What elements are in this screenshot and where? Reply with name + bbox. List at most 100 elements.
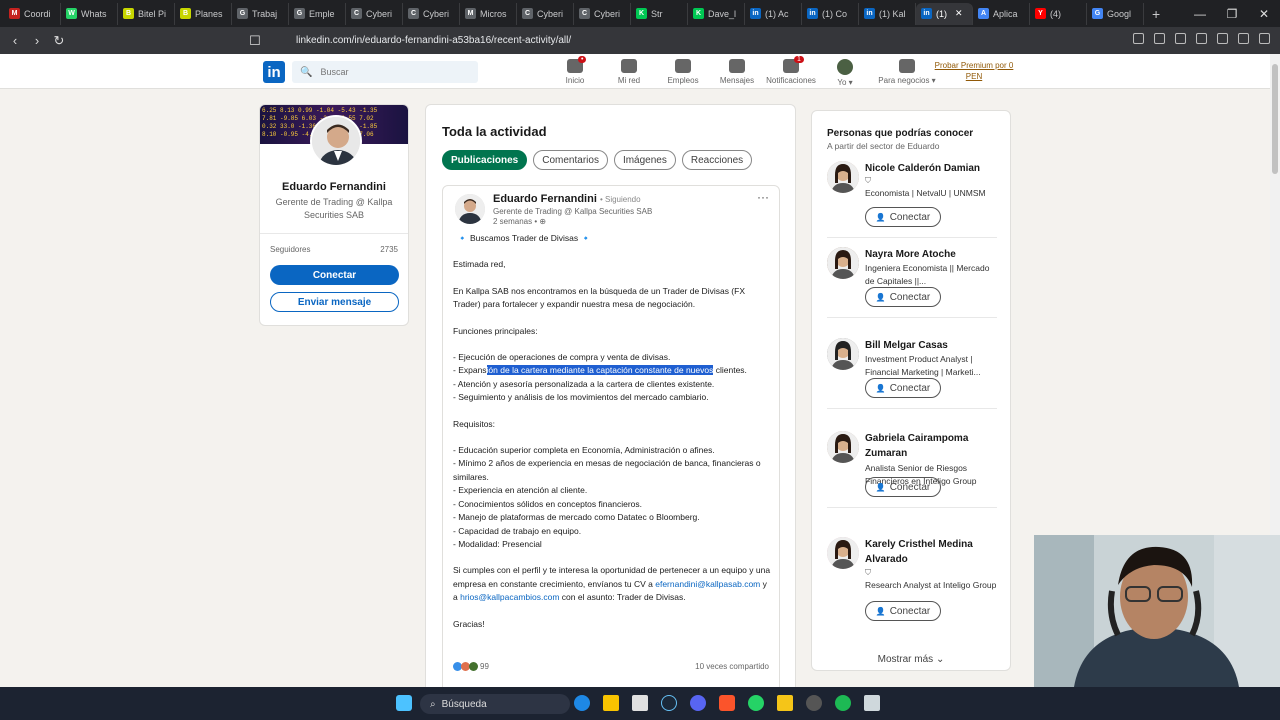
extension-icon[interactable]	[1175, 33, 1186, 44]
reactions[interactable]: 99	[453, 662, 489, 671]
post-menu-icon[interactable]: ···	[757, 190, 769, 204]
filter-pill[interactable]: Reacciones	[681, 150, 753, 170]
browser-tab[interactable]: in (1) Kal	[859, 2, 916, 25]
author-avatar[interactable]	[455, 194, 485, 224]
browser-tab[interactable]: C Cyberi	[403, 2, 460, 25]
connect-person-button[interactable]: 👤 Conectar	[865, 601, 941, 621]
nav-item-label: Mensajes	[719, 76, 755, 85]
browser-tab[interactable]: M Micros	[460, 2, 517, 25]
connect-button[interactable]: Conectar	[270, 265, 399, 285]
back-icon[interactable]: ‹	[4, 33, 26, 48]
browser-tab[interactable]: K Dave_l	[688, 2, 745, 25]
store-icon[interactable]	[632, 695, 648, 711]
filter-pill[interactable]: Publicaciones	[442, 150, 528, 170]
linkedin-logo[interactable]: in	[263, 61, 285, 83]
post-author[interactable]: Eduardo Fernandini • Siguiendo	[493, 193, 641, 205]
avatar[interactable]	[827, 338, 859, 370]
windows-start-icon[interactable]	[396, 695, 412, 711]
edge-icon[interactable]	[574, 695, 590, 711]
browser-tab[interactable]: in (1) ✕	[916, 2, 973, 25]
browser-tab[interactable]: B Planes	[175, 2, 232, 25]
browser-tab[interactable]: C Cyberi	[574, 2, 631, 25]
person-name[interactable]: Bill Melgar Casas	[865, 338, 1000, 353]
browser-tab[interactable]: in (1) Co	[802, 2, 859, 25]
browser-tab[interactable]: C Cyberi	[346, 2, 403, 25]
forward-icon[interactable]: ›	[26, 33, 48, 48]
connect-person-button[interactable]: 👤 Conectar	[865, 287, 941, 307]
close-window-icon[interactable]: ✕	[1248, 7, 1280, 21]
person-name[interactable]: Nayra More Atoche	[865, 247, 1000, 262]
avatar[interactable]	[827, 247, 859, 279]
extension-icon[interactable]	[1196, 33, 1207, 44]
spotify-icon[interactable]	[835, 695, 851, 711]
connect-person-button[interactable]: 👤 Conectar	[865, 477, 941, 497]
browser-tab[interactable]: K Str	[631, 2, 688, 25]
person-name[interactable]: Gabriela Cairampoma Zumaran	[865, 431, 1000, 461]
avatar[interactable]	[827, 431, 859, 463]
taskbar-search[interactable]: ⌕ Búsqueda	[420, 694, 570, 714]
profile-name[interactable]: Eduardo Fernandini	[260, 181, 408, 193]
extension-icon[interactable]	[1238, 33, 1249, 44]
extension-icon[interactable]	[1133, 33, 1144, 44]
email-link[interactable]: hrios@kallpacambios.com	[460, 592, 559, 602]
show-more-button[interactable]: Mostrar más ⌄	[812, 654, 1010, 665]
filter-pill[interactable]: Comentarios	[533, 150, 608, 170]
browser-tab[interactable]: M Coordi	[4, 2, 61, 25]
url-field[interactable]: linkedin.com/in/eduardo-fernandini-a53ba…	[268, 31, 958, 50]
browser-tab[interactable]: G Trabaj	[232, 2, 289, 25]
steam-icon[interactable]	[661, 695, 677, 711]
extension-icon[interactable]	[1154, 33, 1165, 44]
nav-item[interactable]: Para negocios ▾	[872, 56, 942, 87]
new-tab-button[interactable]: +	[1152, 6, 1160, 22]
extension-icon[interactable]	[1259, 33, 1270, 44]
browser-tab[interactable]: B Bitel Pi	[118, 2, 175, 25]
extension-icon[interactable]	[1217, 33, 1228, 44]
browser-tab[interactable]: A Aplica	[973, 2, 1030, 25]
nav-item[interactable]: 1 Notificaciones	[764, 56, 818, 87]
nav-item[interactable]: Mensajes	[710, 56, 764, 87]
close-tab-icon[interactable]: ✕	[955, 8, 963, 19]
email-link[interactable]: efernandini@kallpasab.com	[655, 579, 760, 589]
avatar[interactable]	[827, 537, 859, 569]
filter-pill[interactable]: Imágenes	[613, 150, 676, 170]
browser-tab[interactable]: in (1) Ac	[745, 2, 802, 25]
search-box[interactable]: 🔍	[292, 61, 478, 83]
send-message-button[interactable]: Enviar mensaje	[270, 292, 399, 312]
notes-icon[interactable]	[777, 695, 793, 711]
connect-person-button[interactable]: 👤 Conectar	[865, 378, 941, 398]
nav-item[interactable]: • Inicio	[548, 56, 602, 87]
whatsapp-icon[interactable]	[748, 695, 764, 711]
browser-tab[interactable]: W Whats	[61, 2, 118, 25]
tab-favicon-icon: C	[522, 8, 533, 19]
minimize-icon[interactable]: —	[1184, 7, 1216, 21]
browser-tab[interactable]: G Googl	[1087, 2, 1144, 25]
person-name[interactable]: Karely Cristhel Medina Alvarado	[865, 537, 1000, 567]
post-author-name[interactable]: Eduardo Fernandini	[493, 193, 597, 205]
tab-label: (1)	[936, 8, 947, 19]
app-icon[interactable]	[806, 695, 822, 711]
connect-person-button[interactable]: 👤 Conectar	[865, 207, 941, 227]
scrollbar-thumb[interactable]	[1272, 64, 1278, 174]
shares-count[interactable]: 10 veces compartido	[695, 662, 769, 671]
browser-tab[interactable]: G Emple	[289, 2, 346, 25]
discord-icon[interactable]	[690, 695, 706, 711]
nav-item-label: Yo ▾	[837, 78, 853, 87]
brave-icon[interactable]	[719, 695, 735, 711]
nav-item[interactable]: Yo ▾	[818, 56, 872, 87]
maximize-icon[interactable]: ❐	[1216, 7, 1248, 21]
file-explorer-icon[interactable]	[603, 695, 619, 711]
browser-tab[interactable]: Y (4)	[1030, 2, 1087, 25]
calculator-icon[interactable]	[864, 695, 880, 711]
profile-photo[interactable]	[310, 115, 362, 167]
nav-item[interactable]: Empleos	[656, 56, 710, 87]
tab-label: Cyberi	[366, 8, 393, 19]
search-input[interactable]	[320, 67, 461, 77]
person-name[interactable]: Nicole Calderón Damian	[865, 161, 1000, 176]
bookmark-icon[interactable]: ☐	[244, 33, 266, 49]
nav-item[interactable]: Mi red	[602, 56, 656, 87]
avatar[interactable]	[827, 161, 859, 193]
browser-tab[interactable]: C Cyberi	[517, 2, 574, 25]
add-person-icon: 👤	[875, 212, 886, 222]
premium-link[interactable]: Probar Premium por 0 PEN	[933, 60, 1015, 82]
reload-icon[interactable]: ↻	[48, 33, 70, 49]
